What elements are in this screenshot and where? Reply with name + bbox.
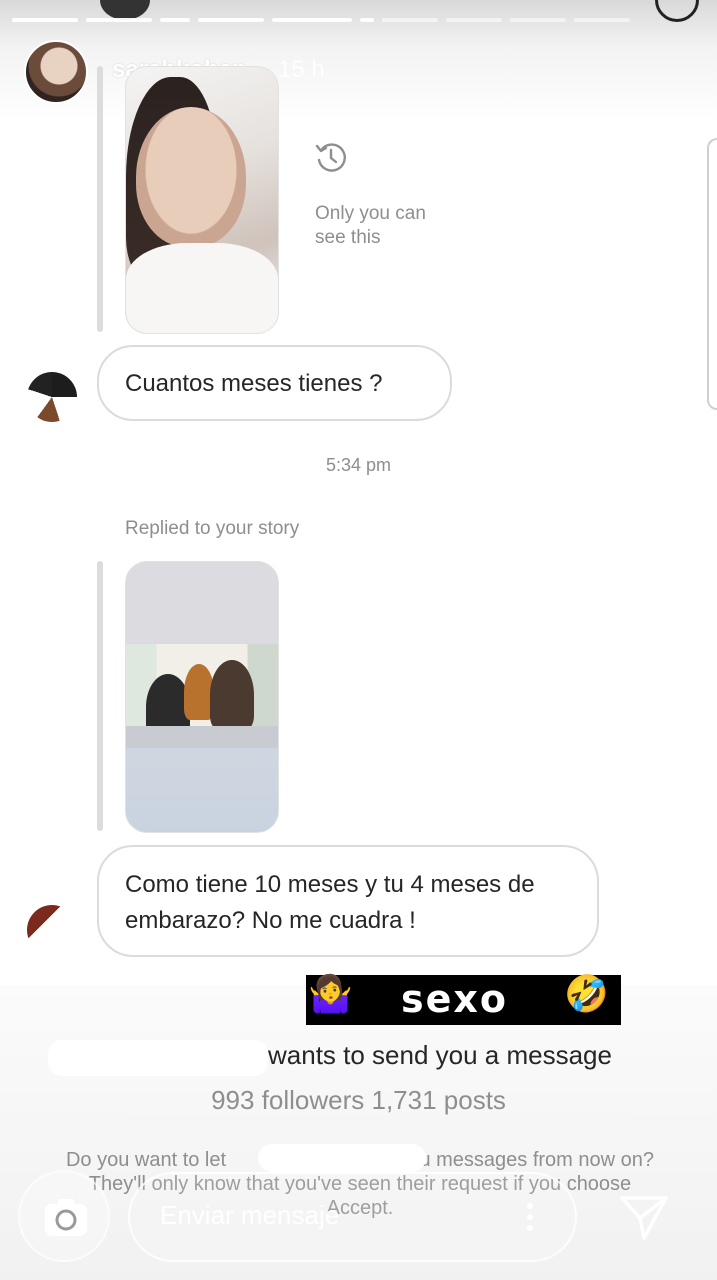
reply-indicator-bar bbox=[97, 66, 103, 332]
progress-segment bbox=[382, 18, 438, 22]
thumb-face bbox=[136, 107, 246, 247]
thumb-shirt bbox=[126, 243, 278, 333]
message-placeholder: Enviar mensaje bbox=[160, 1200, 340, 1230]
message-bubble[interactable]: Como tiene 10 meses y tu 4 meses de emba… bbox=[97, 845, 599, 957]
more-vertical-icon[interactable] bbox=[520, 1198, 540, 1238]
profile-avatar[interactable] bbox=[24, 40, 88, 104]
only-you-label: Only you can see this bbox=[315, 203, 426, 248]
story-time: 15 h bbox=[278, 56, 325, 83]
replied-to-story-label: Replied to your story bbox=[125, 518, 300, 539]
progress-segment bbox=[160, 18, 190, 22]
send-icon[interactable] bbox=[616, 1190, 672, 1244]
camera-icon bbox=[45, 1199, 87, 1236]
progress-segment bbox=[86, 18, 152, 22]
camera-button[interactable] bbox=[18, 1170, 110, 1262]
story-thumbnail[interactable] bbox=[125, 66, 279, 334]
progress-segment bbox=[574, 18, 630, 22]
scroll-edge bbox=[707, 138, 717, 410]
progress-segment bbox=[446, 18, 502, 22]
request-counts: 993 followers 1,731 posts bbox=[211, 1085, 506, 1115]
sender-avatar[interactable] bbox=[27, 372, 77, 422]
progress-segment bbox=[360, 18, 374, 22]
reply-indicator-bar bbox=[97, 561, 103, 831]
family-photo bbox=[126, 644, 278, 748]
sticker-text: sexo bbox=[401, 977, 509, 1021]
photo-table bbox=[126, 726, 278, 748]
text-sticker: 🤷‍♀️ sexo 🤣 bbox=[306, 973, 621, 1025]
laughing-emoji-icon: 🤣 bbox=[564, 973, 609, 1014]
progress-segment bbox=[12, 18, 78, 22]
shrug-emoji-icon: 🤷‍♀️ bbox=[308, 973, 353, 1014]
request-wants-text: wants to send you a message bbox=[268, 1040, 612, 1070]
redaction-mark bbox=[258, 1144, 426, 1172]
progress-segment bbox=[272, 18, 352, 22]
progress-segment bbox=[510, 18, 566, 22]
sender-avatar[interactable] bbox=[27, 905, 77, 955]
photo-person bbox=[210, 660, 254, 730]
history-icon bbox=[315, 143, 346, 172]
message-bubble[interactable]: Cuantos meses tienes ? bbox=[97, 345, 452, 421]
message-timestamp: 5:34 pm bbox=[325, 455, 392, 475]
story-thumbnail[interactable] bbox=[125, 561, 279, 833]
progress-segment bbox=[198, 18, 264, 22]
redaction-mark bbox=[48, 1040, 268, 1076]
story-frame: sarahkohan 15 h Only you can see this Cu… bbox=[0, 0, 717, 1280]
